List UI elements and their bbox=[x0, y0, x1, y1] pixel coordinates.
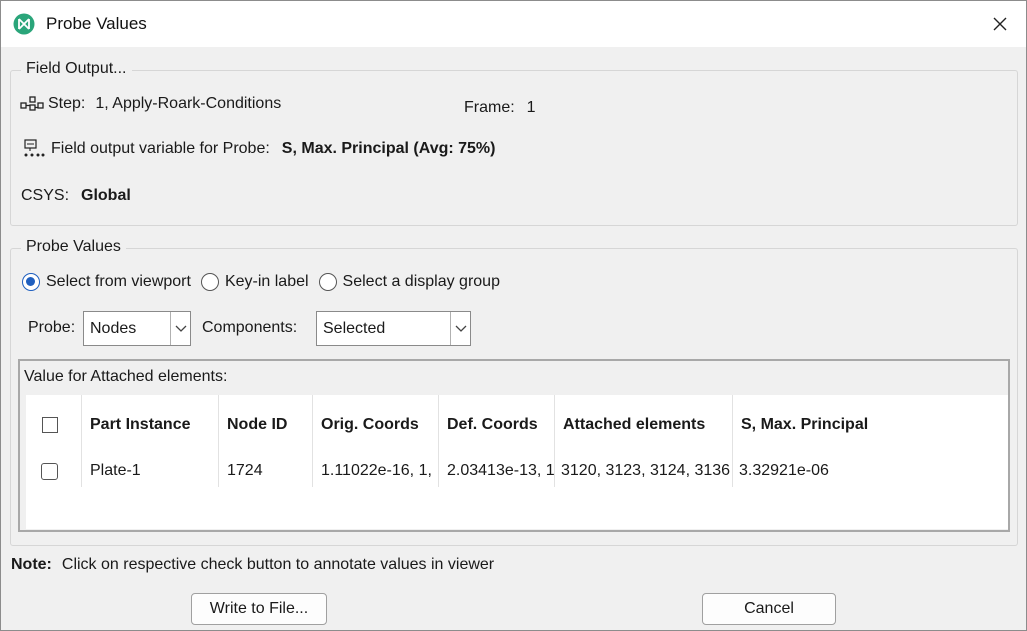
probe-label-row: Probe: bbox=[28, 319, 75, 337]
step-label: Step: bbox=[48, 95, 86, 112]
table-grid: Part Instance Node ID Orig. Coords Def. … bbox=[26, 395, 1008, 529]
table-row-checkbox-cell bbox=[26, 455, 82, 487]
close-icon bbox=[993, 17, 1007, 31]
note-label: Note: bbox=[11, 556, 52, 573]
components-label-row: Components: bbox=[202, 319, 297, 337]
radio-select-from-viewport[interactable]: Select from viewport bbox=[22, 273, 191, 291]
radio-indicator[interactable] bbox=[22, 273, 40, 291]
column-header-part-instance[interactable]: Part Instance bbox=[82, 395, 219, 455]
probe-values-legend: Probe Values bbox=[21, 238, 126, 256]
chevron-down-icon bbox=[455, 325, 466, 332]
components-select[interactable]: Selected bbox=[316, 311, 471, 346]
csys-value: Global bbox=[81, 187, 131, 204]
table-cell-def-coords: 2.03413e-13, 1 bbox=[439, 455, 555, 487]
probe-type-select[interactable]: Nodes bbox=[83, 311, 191, 346]
select-all-checkbox[interactable] bbox=[42, 417, 58, 433]
components-value: Selected bbox=[323, 319, 386, 337]
components-label: Components: bbox=[202, 319, 298, 336]
probe-source-radio-group: Select from viewport Key-in label Select… bbox=[22, 273, 510, 291]
column-header-orig-coords[interactable]: Orig. Coords bbox=[313, 395, 439, 455]
column-header-node-id[interactable]: Node ID bbox=[219, 395, 313, 455]
csys-label: CSYS: bbox=[21, 187, 70, 204]
column-header-def-coords[interactable]: Def. Coords bbox=[439, 395, 555, 455]
radio-indicator[interactable] bbox=[200, 273, 219, 291]
probe-results-table: Value for Attached elements: Part Instan… bbox=[18, 359, 1010, 532]
radio-label: Key-in label bbox=[224, 273, 309, 290]
field-output-variable-icon bbox=[24, 139, 45, 157]
table-cell-node-id: 1724 bbox=[219, 455, 313, 487]
table-cell-part-instance: Plate-1 bbox=[82, 455, 219, 487]
title-bar[interactable]: Probe Values bbox=[1, 1, 1026, 47]
step-value: 1, Apply-Roark-Conditions bbox=[95, 95, 282, 112]
frame-label: Frame: bbox=[464, 99, 515, 116]
abaqus-logo-icon bbox=[13, 13, 35, 35]
write-to-file-button[interactable]: Write to File... bbox=[191, 593, 327, 625]
radio-label: Select a display group bbox=[342, 273, 500, 290]
radio-label: Select from viewport bbox=[46, 273, 191, 290]
probe-type-value: Nodes bbox=[90, 319, 137, 337]
radio-select-display-group[interactable]: Select a display group bbox=[318, 273, 500, 291]
note-text: Click on respective check button to anno… bbox=[61, 556, 495, 573]
step-row: Step: 1, Apply-Roark-Conditions bbox=[20, 94, 281, 114]
table-caption: Value for Attached elements: bbox=[24, 368, 228, 385]
csys-row: CSYS: Global bbox=[21, 187, 131, 205]
chevron-down-icon bbox=[175, 325, 186, 332]
window-title: Probe Values bbox=[46, 14, 147, 33]
close-button[interactable] bbox=[974, 1, 1026, 47]
variable-value: S, Max. Principal (Avg: 75%) bbox=[281, 140, 496, 157]
table-cell-orig-coords: 1.11022e-16, 1, bbox=[313, 455, 439, 487]
row-checkbox[interactable] bbox=[41, 462, 58, 480]
table-cell-attached-elements: 3120, 3123, 3124, 3136 bbox=[555, 455, 733, 487]
column-header-attached-elements[interactable]: Attached elements bbox=[555, 395, 733, 455]
frame-value: 1 bbox=[526, 99, 536, 116]
variable-row: Field output variable for Probe: S, Max.… bbox=[23, 139, 495, 159]
column-header-s-max-principal[interactable]: S, Max. Principal bbox=[733, 395, 1008, 455]
probe-values-dialog: Probe Values Field Output... Step: 1, Ap… bbox=[0, 0, 1027, 631]
field-output-legend: Field Output... bbox=[21, 60, 132, 78]
cancel-button[interactable]: Cancel bbox=[702, 593, 836, 625]
radio-indicator[interactable] bbox=[318, 273, 337, 291]
radio-key-in-label[interactable]: Key-in label bbox=[200, 273, 309, 291]
components-dropdown-arrow[interactable] bbox=[450, 312, 470, 345]
probe-type-dropdown-arrow[interactable] bbox=[170, 312, 190, 345]
table-cell-s-max-principal: 3.32921e-06 bbox=[739, 462, 829, 479]
probe-label: Probe: bbox=[28, 319, 76, 336]
select-all-cell bbox=[26, 395, 82, 455]
variable-label: Field output variable for Probe: bbox=[51, 140, 270, 157]
note-row: Note: Click on respective check button t… bbox=[11, 556, 494, 574]
step-icon bbox=[20, 96, 44, 111]
field-output-group: Field Output... Step: 1, Apply-Roark-Con… bbox=[10, 60, 1018, 226]
frame-row: Frame: 1 bbox=[464, 99, 536, 117]
